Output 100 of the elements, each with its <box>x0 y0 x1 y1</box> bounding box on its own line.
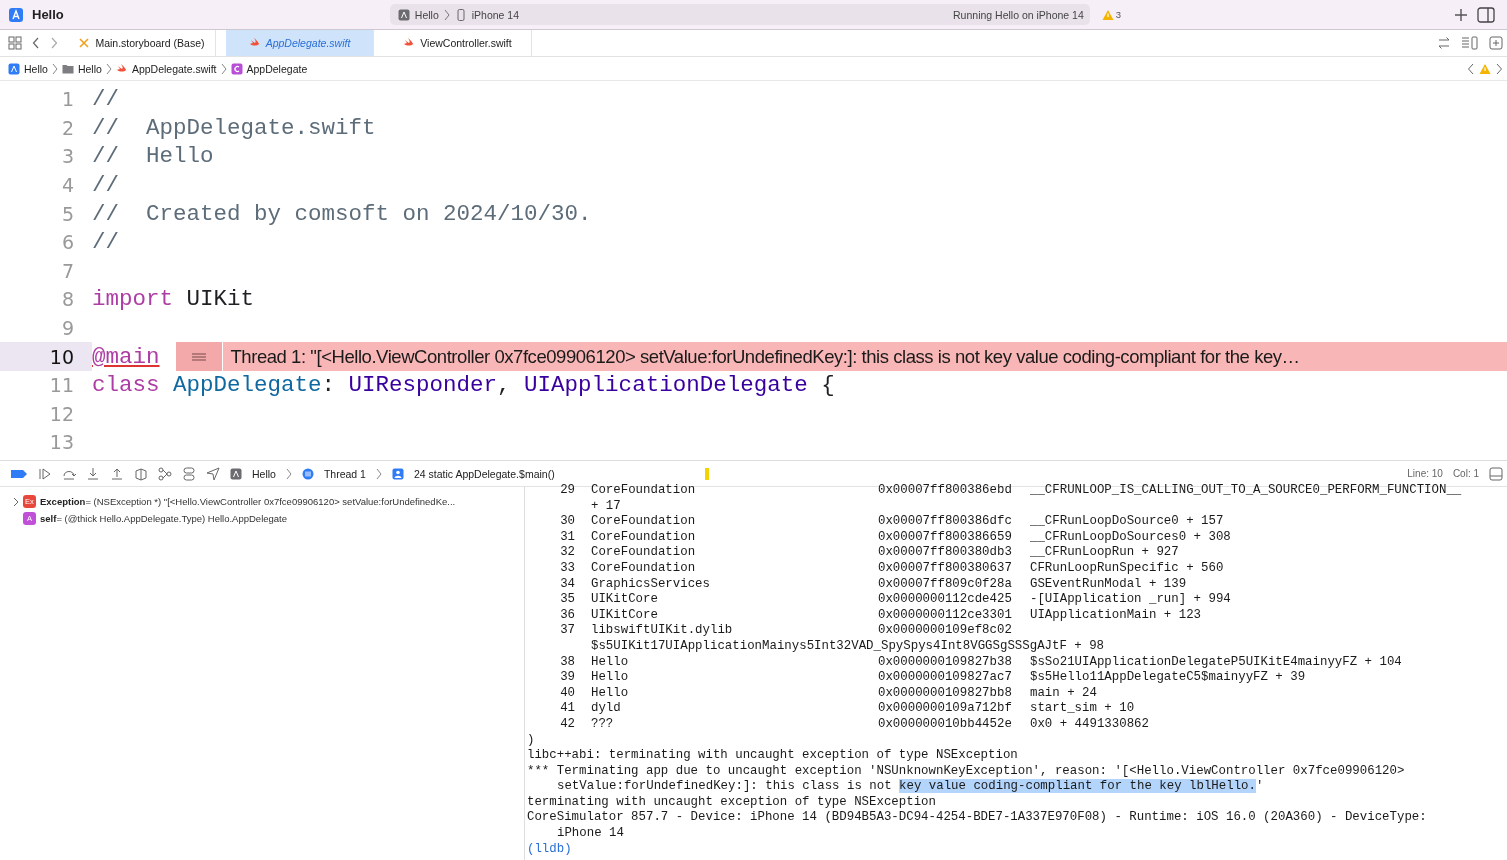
console-line: libc++abi: terminating with uncaught exception of type NSException <box>527 748 1019 764</box>
frame-number: 41 <box>559 701 576 717</box>
frame-address: 0x0000000109827b38 <box>878 654 1013 671</box>
code-token: // Created by comsoft on 2024/10/30. <box>92 200 592 227</box>
forward-icon[interactable] <box>50 37 58 49</box>
line-number: 9 <box>60 316 75 342</box>
editor-options-icon[interactable] <box>1461 35 1479 51</box>
frame-symbol: UIApplicationMain + 123 <box>1030 607 1203 624</box>
chevron-icon <box>285 467 292 480</box>
frame-symbol: __CFRUNLOOP_IS_CALLING_OUT_TO_A_SOURCE0_PERFORM_FUNCTION__ <box>1030 483 1463 499</box>
frame-symbol: __CFRunLoopDoSource0 + 157 <box>1030 514 1225 530</box>
frame-number: 39 <box>559 670 576 686</box>
frame-address: 0x0000000112cde425 <box>878 592 1013 608</box>
chevron-icon <box>375 467 382 480</box>
breadcrumb-item[interactable]: Hello <box>77 62 102 75</box>
frame-number: 32 <box>559 545 576 561</box>
code-token: : <box>321 372 337 399</box>
memory-graph-icon[interactable] <box>158 466 172 481</box>
continue-icon[interactable] <box>38 466 52 481</box>
line-number: 12 <box>48 401 75 427</box>
disclosure-icon[interactable] <box>13 496 19 507</box>
console-line: ) <box>527 732 536 749</box>
debug-breadcrumb[interactable]: 24 static AppDelegate.$main() <box>413 467 555 480</box>
frame-library: CoreFoundation <box>591 514 697 530</box>
error-badge[interactable] <box>175 342 223 371</box>
console-line: (lldb) <box>527 841 573 858</box>
frame-address: 0x0000000109827bb8 <box>878 685 1013 702</box>
frame-address: 0x0000000112ce3301 <box>878 607 1013 624</box>
app-icon <box>8 6 24 23</box>
line-number: 6 <box>60 230 75 256</box>
code-token: // <box>92 172 119 199</box>
code-token: { <box>820 372 835 399</box>
person-icon <box>391 467 404 480</box>
back-icon[interactable] <box>32 37 40 49</box>
frame-symbol: __CFRunLoopDoSources0 + 308 <box>1030 529 1232 546</box>
editor-tab[interactable]: Main.storyboard (Base) <box>68 30 216 56</box>
frame-symbol: $sSo21UIApplicationDelegateP5UIKitE4mainyyFZ + 104 <box>1030 654 1403 671</box>
variable-name[interactable]: Exception <box>40 496 86 507</box>
swap-icon[interactable] <box>1437 36 1451 50</box>
code-token: UIApplicationDelegate <box>524 372 808 399</box>
debug-breadcrumb[interactable]: Thread 1 <box>323 467 366 480</box>
debug-breadcrumb[interactable]: Hello <box>252 467 276 480</box>
warning-count[interactable]: 3 <box>1115 9 1122 20</box>
storyboard-icon <box>78 37 91 49</box>
frame-address: 0x0000000109a712bf <box>878 701 1013 717</box>
code-token: UIResponder <box>348 372 498 399</box>
console-toggle-icon[interactable] <box>1489 466 1503 481</box>
editor-tab[interactable]: ViewController.swift <box>384 30 532 56</box>
line-number: 2 <box>60 115 75 141</box>
add-editor-icon[interactable] <box>1489 36 1503 50</box>
sidebar-toggle-icon[interactable] <box>1477 6 1495 23</box>
editor-tab[interactable]: AppDelegate.swift <box>226 30 374 56</box>
frame-number: 35 <box>559 592 576 608</box>
location-icon[interactable] <box>206 466 220 481</box>
frame-library: UIKitCore <box>591 607 659 624</box>
grid-icon[interactable] <box>8 36 22 50</box>
frame-library: GraphicsServices <box>591 576 711 593</box>
back-icon[interactable] <box>1467 62 1475 75</box>
variable-name[interactable]: self <box>40 513 57 524</box>
view-hierarchy-icon[interactable] <box>134 466 148 481</box>
console-line: iPhone 14 <box>556 826 625 842</box>
frame-symbol: + 17 <box>591 498 622 515</box>
code-token: // AppDelegate.swift <box>92 114 376 141</box>
class-icon <box>230 62 243 75</box>
breadcrumb-item[interactable]: AppDelegate.swift <box>131 62 217 75</box>
frame-symbol: main + 24 <box>1030 685 1098 702</box>
device-name[interactable]: iPhone 14 <box>471 8 520 21</box>
frame-number: 40 <box>559 685 576 702</box>
frame-number: 34 <box>559 576 576 593</box>
code-token: import <box>92 286 173 313</box>
line-number: 1 <box>60 87 75 113</box>
breadcrumb-item[interactable]: AppDelegate <box>246 62 308 75</box>
frame-number: 38 <box>559 654 576 671</box>
frame-library: CoreFoundation <box>591 529 697 546</box>
console-line: *** Terminating app due to uncaught exception 'NSUnknownKeyException', reason: '[<Hello.ViewController 0x7fce09906120> <box>527 763 1406 780</box>
code-token: // <box>92 229 119 256</box>
app-icon <box>230 467 242 480</box>
frame-number: 37 <box>559 623 576 639</box>
chevron-icon <box>443 8 450 21</box>
console-line: CoreSimulator 857.7 - Device: iPhone 14 (BD94B5A3-DC94-4254-BDE7-1A337E970F08) - Runtime: iOS 16.0 (20A360) - DeviceType: <box>527 810 1428 827</box>
frame-symbol: $s5UIKit17UIApplicationMainys5Int32VAD_SpySpys4Int8VGGSgSSSgAJtF + 98 <box>591 638 1106 655</box>
add-icon[interactable] <box>1453 6 1469 23</box>
variable-value: = (NSException *) "[<Hello.ViewController 0x7fce09906120> setValue:forUndefinedKe... <box>85 496 456 507</box>
environment-icon[interactable] <box>182 466 196 481</box>
frame-library: dyld <box>591 701 622 717</box>
frame-symbol: $s5Hello11AppDelegateC5$mainyyFZ + 39 <box>1030 670 1307 686</box>
line-number: 8 <box>60 287 75 313</box>
code-token: // <box>92 86 119 113</box>
scheme-name[interactable]: Hello <box>414 8 439 21</box>
console-line: setValue:forUndefinedKey:]: this class is not key value coding-compliant for the key lblHello.' <box>556 779 1265 795</box>
folder-icon <box>61 62 74 75</box>
line-number: 5 <box>60 201 75 227</box>
chevron-icon <box>51 62 58 75</box>
step-out-icon[interactable] <box>110 466 124 481</box>
frame-library: ??? <box>591 716 615 733</box>
step-in-icon[interactable] <box>86 466 100 481</box>
frame-address: 0x00007ff800386659 <box>878 529 1013 546</box>
frame-address: 0x000000010bb4452e <box>878 716 1013 733</box>
forward-icon[interactable] <box>1495 62 1503 75</box>
breadcrumb-item[interactable]: Hello <box>24 62 48 75</box>
